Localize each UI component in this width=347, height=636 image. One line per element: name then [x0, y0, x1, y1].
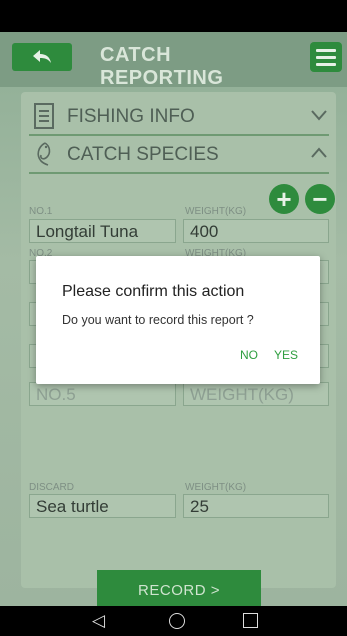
remove-species-button[interactable]: −	[305, 184, 335, 214]
record-button[interactable]: RECORD >	[97, 570, 261, 606]
nav-home-icon[interactable]	[169, 613, 185, 629]
no-button[interactable]: NO	[240, 348, 258, 362]
menu-button[interactable]	[310, 42, 342, 72]
discard-label: DISCARD	[29, 482, 75, 493]
dialog-title: Please confirm this action	[62, 283, 245, 300]
system-nav-bar: ◁	[0, 606, 347, 636]
confirm-dialog: Please confirm this action Do you want t…	[36, 256, 320, 384]
dialog-message: Do you want to record this report ?	[62, 313, 254, 327]
weight-field[interactable]: WEIGHT(KG)	[183, 382, 329, 406]
add-species-button[interactable]: +	[269, 184, 299, 214]
yes-button[interactable]: YES	[274, 348, 298, 362]
back-button[interactable]	[12, 43, 72, 71]
weight-label: WEIGHT(KG)	[185, 206, 247, 217]
chevron-up-icon	[311, 142, 327, 165]
app-header: CATCH REPORTING	[0, 32, 347, 89]
species-field[interactable]: Longtail Tuna	[29, 219, 176, 243]
section-label: CATCH SPECIES	[67, 144, 219, 165]
section-fishing-info[interactable]: FISHING INFO	[29, 98, 329, 136]
species-field[interactable]: NO.5	[29, 382, 176, 406]
status-bar	[0, 0, 347, 32]
document-icon	[34, 103, 54, 129]
fish-icon	[37, 142, 51, 166]
section-catch-species[interactable]: CATCH SPECIES	[29, 136, 329, 174]
nav-back-icon[interactable]: ◁	[92, 611, 105, 631]
chevron-down-icon	[311, 104, 327, 127]
back-arrow-icon	[33, 50, 51, 63]
weight-field[interactable]: 400	[183, 219, 329, 243]
section-label: FISHING INFO	[67, 106, 195, 127]
hamburger-menu-icon	[316, 49, 336, 66]
nav-recent-apps-icon[interactable]	[243, 613, 258, 628]
page-title: CATCH REPORTING	[100, 44, 224, 89]
discard-weight-field[interactable]: 25	[183, 494, 329, 518]
species-number-label: NO.1	[29, 206, 53, 217]
discard-field[interactable]: Sea turtle	[29, 494, 176, 518]
weight-label: WEIGHT(KG)	[185, 482, 247, 493]
